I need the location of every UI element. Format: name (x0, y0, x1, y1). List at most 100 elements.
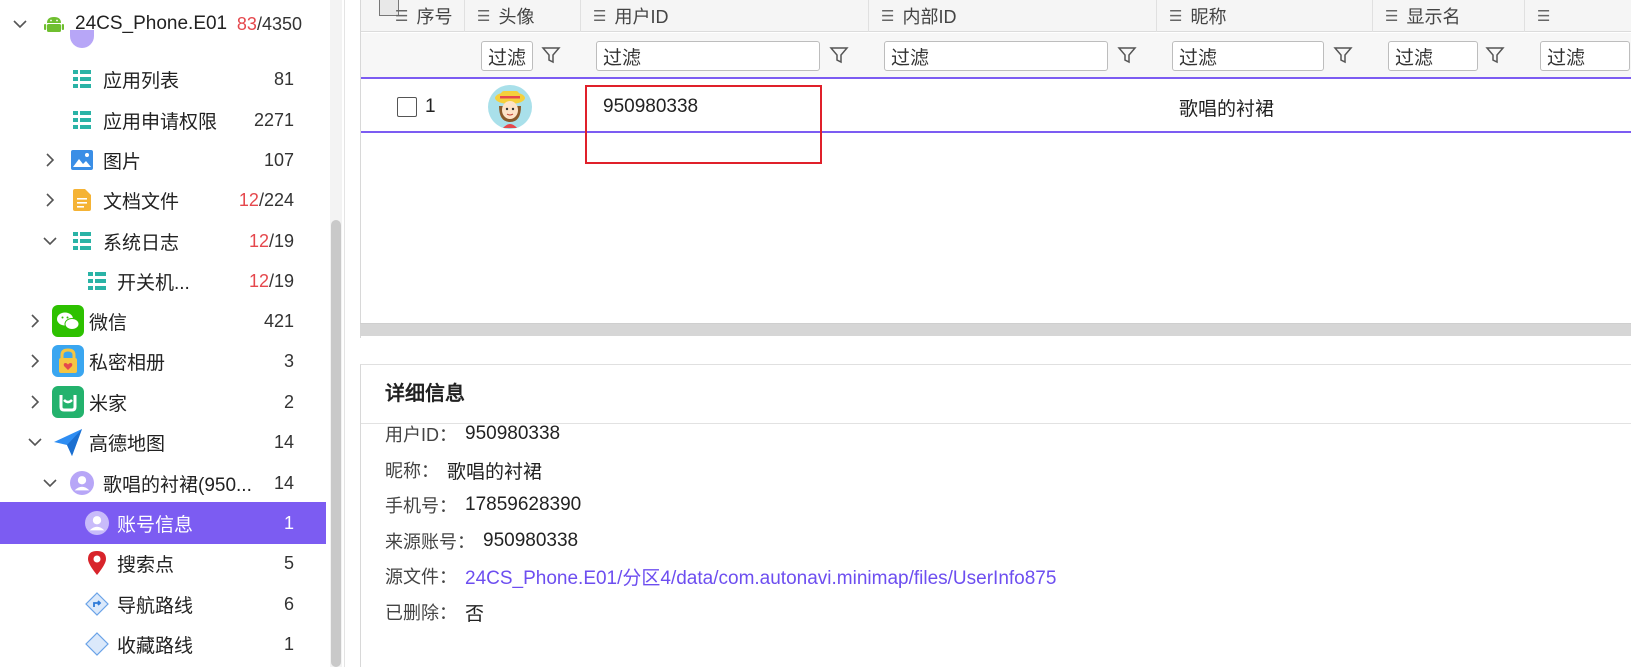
filter-input-internal-id[interactable]: 过滤 (884, 41, 1108, 71)
tree-item-label: 收藏路线 (117, 635, 194, 657)
detail-value: 否 (465, 603, 485, 625)
tree-item-label: 导航路线 (117, 595, 194, 617)
header-select-all[interactable] (361, 0, 399, 32)
column-header-index[interactable]: ☰ 序号 (377, 0, 465, 32)
filter-input-nickname[interactable]: 过滤 (1172, 41, 1324, 71)
list-icon (70, 229, 94, 253)
column-menu-icon[interactable]: ☰ (1385, 7, 1398, 25)
tree-item-images[interactable]: 图片 107 (0, 139, 326, 181)
filter-input-more[interactable]: 过滤 (1540, 41, 1630, 71)
tree-item-count: 12/19 (248, 270, 294, 291)
tree-item-label: 开关机... (117, 272, 190, 294)
tree-item-system-log[interactable]: 系统日志 12/19 (0, 220, 326, 262)
tree-item-label: 24CS_Phone.E01 (75, 13, 228, 34)
source-file-link[interactable]: 24CS_Phone.E01/分区4/data/com.autonavi.min… (465, 563, 1056, 590)
tree-item-power-log[interactable]: 开关机... 12/19 (0, 260, 326, 302)
tree-item-count: 14 (273, 472, 294, 493)
detail-title: 详细信息 (385, 383, 465, 405)
tree-item-wechat[interactable]: 微信 421 (0, 300, 326, 342)
evidence-tree: 24CS_Phone.E01 83/4350 应用列表 81 应用申请权限 22… (0, 0, 345, 667)
tree-item-saved-routes[interactable]: 收藏路线 1 (0, 623, 326, 665)
tree-item-search-points[interactable]: 搜索点 5 (0, 542, 326, 584)
tree-item-private-album[interactable]: 私密相册 3 (0, 340, 326, 382)
chevron-down-icon[interactable] (40, 231, 60, 251)
filter-icon[interactable] (539, 43, 563, 67)
filter-icon[interactable] (827, 43, 851, 67)
tree-item-count: 83/4350 (236, 13, 302, 34)
tree-item-label: 高德地图 (89, 433, 166, 455)
android-icon (42, 12, 66, 36)
chevron-down-icon[interactable] (40, 473, 60, 493)
detail-field-nickname: 昵称： 歌唱的衬裙 (385, 457, 542, 483)
chevron-right-icon[interactable] (25, 351, 45, 371)
chevron-right-icon[interactable] (25, 311, 45, 331)
column-menu-icon[interactable]: ☰ (477, 7, 490, 25)
chevron-down-icon[interactable] (10, 14, 30, 34)
chevron-right-icon[interactable] (40, 190, 60, 210)
filter-input-user-id[interactable]: 过滤 (596, 41, 820, 71)
detail-key: 手机号： (385, 496, 457, 516)
list-icon (70, 108, 94, 132)
column-menu-icon[interactable]: ☰ (1537, 7, 1550, 25)
route-icon (85, 632, 109, 656)
tree-item-amap[interactable]: 高德地图 14 (0, 421, 326, 463)
detail-field-source-file: 源文件： 24CS_Phone.E01/分区4/data/com.autonav… (385, 563, 1056, 589)
column-header-nickname[interactable]: ☰ 昵称 (1157, 0, 1373, 32)
column-menu-icon[interactable]: ☰ (881, 7, 894, 25)
tree-item-label: 文档文件 (103, 191, 180, 213)
tree-item-mijia[interactable]: 米家 2 (0, 381, 326, 423)
column-menu-icon[interactable]: ☰ (593, 7, 606, 25)
detail-field-user-id: 用户ID： 950980338 (385, 421, 560, 447)
tree-item-count: 12/19 (248, 230, 294, 251)
row-nickname: 歌唱的衬裙 (1179, 98, 1275, 120)
row-checkbox[interactable] (397, 97, 417, 117)
tree-item-documents[interactable]: 文档文件 12/224 (0, 179, 326, 221)
highlight-box (585, 85, 822, 164)
detail-key: 源文件： (385, 567, 457, 587)
lock-icon (52, 345, 84, 377)
chevron-right-icon[interactable] (25, 392, 45, 412)
column-header-user-id[interactable]: ☰ 用户ID (581, 0, 869, 32)
data-grid: ☰ 序号 ☰ 头像 ☰ 用户ID ☰ 内部ID ☰ 昵称 ☰ 显示名 ☰ 过滤 过滤 过滤 … (360, 0, 1631, 338)
column-header-display-name[interactable]: ☰ 显示名 (1373, 0, 1525, 32)
row-checkbox-cell[interactable] (397, 81, 417, 133)
tree-item-app-list[interactable]: 应用列表 81 (0, 58, 326, 100)
chevron-down-icon[interactable] (25, 432, 45, 452)
column-header-avatar[interactable]: ☰ 头像 (465, 0, 581, 32)
detail-key: 来源账号： (385, 532, 475, 552)
filter-icon[interactable] (1115, 43, 1139, 67)
filter-input-avatar[interactable]: 过滤 (481, 41, 533, 71)
tree-item-device[interactable]: 24CS_Phone.E01 83/4350 (0, 3, 326, 45)
tree-item-count: 2271 (253, 109, 294, 130)
column-menu-icon[interactable]: ☰ (395, 7, 408, 25)
tree-item-navigation-routes[interactable]: 导航路线 6 (0, 583, 326, 625)
detail-field-deleted: 已删除： 否 (385, 599, 484, 625)
list-icon (70, 67, 94, 91)
column-menu-icon[interactable]: ☰ (1169, 7, 1182, 25)
filter-icon[interactable] (1331, 43, 1355, 67)
column-header-more[interactable]: ☰ (1525, 0, 1631, 32)
filter-input-display-name[interactable]: 过滤 (1388, 41, 1478, 71)
detail-key: 已删除： (385, 603, 457, 623)
detail-key: 用户ID： (385, 425, 457, 445)
tree-item-app-permissions[interactable]: 应用申请权限 2271 (0, 99, 326, 141)
grid-horizontal-scrollbar[interactable] (360, 323, 1631, 336)
column-header-internal-id[interactable]: ☰ 内部ID (869, 0, 1157, 32)
document-icon (70, 188, 94, 212)
filter-icon[interactable] (1483, 43, 1507, 67)
mijia-icon (52, 386, 84, 418)
tree-item-label: 微信 (89, 312, 128, 334)
table-row[interactable]: 1 950980338 歌唱的衬裙 (361, 81, 1631, 133)
wechat-icon (52, 305, 84, 337)
column-header-label: 昵称 (1190, 7, 1227, 27)
tree-scrollbar-thumb[interactable] (331, 220, 341, 667)
detail-value: 950980338 (483, 530, 579, 551)
chevron-right-icon[interactable] (40, 150, 60, 170)
tree-item-label: 应用列表 (103, 70, 180, 92)
tree-item-count: 12/224 (238, 189, 294, 210)
column-header-label: 内部ID (902, 7, 957, 27)
tree-item-count: 421 (263, 310, 294, 331)
tree-item-account-node[interactable]: 歌唱的衬裙(950... 14 (0, 462, 326, 504)
tree-item-account-info[interactable]: 账号信息 1 (0, 502, 326, 544)
column-header-label: 用户ID (614, 7, 669, 27)
